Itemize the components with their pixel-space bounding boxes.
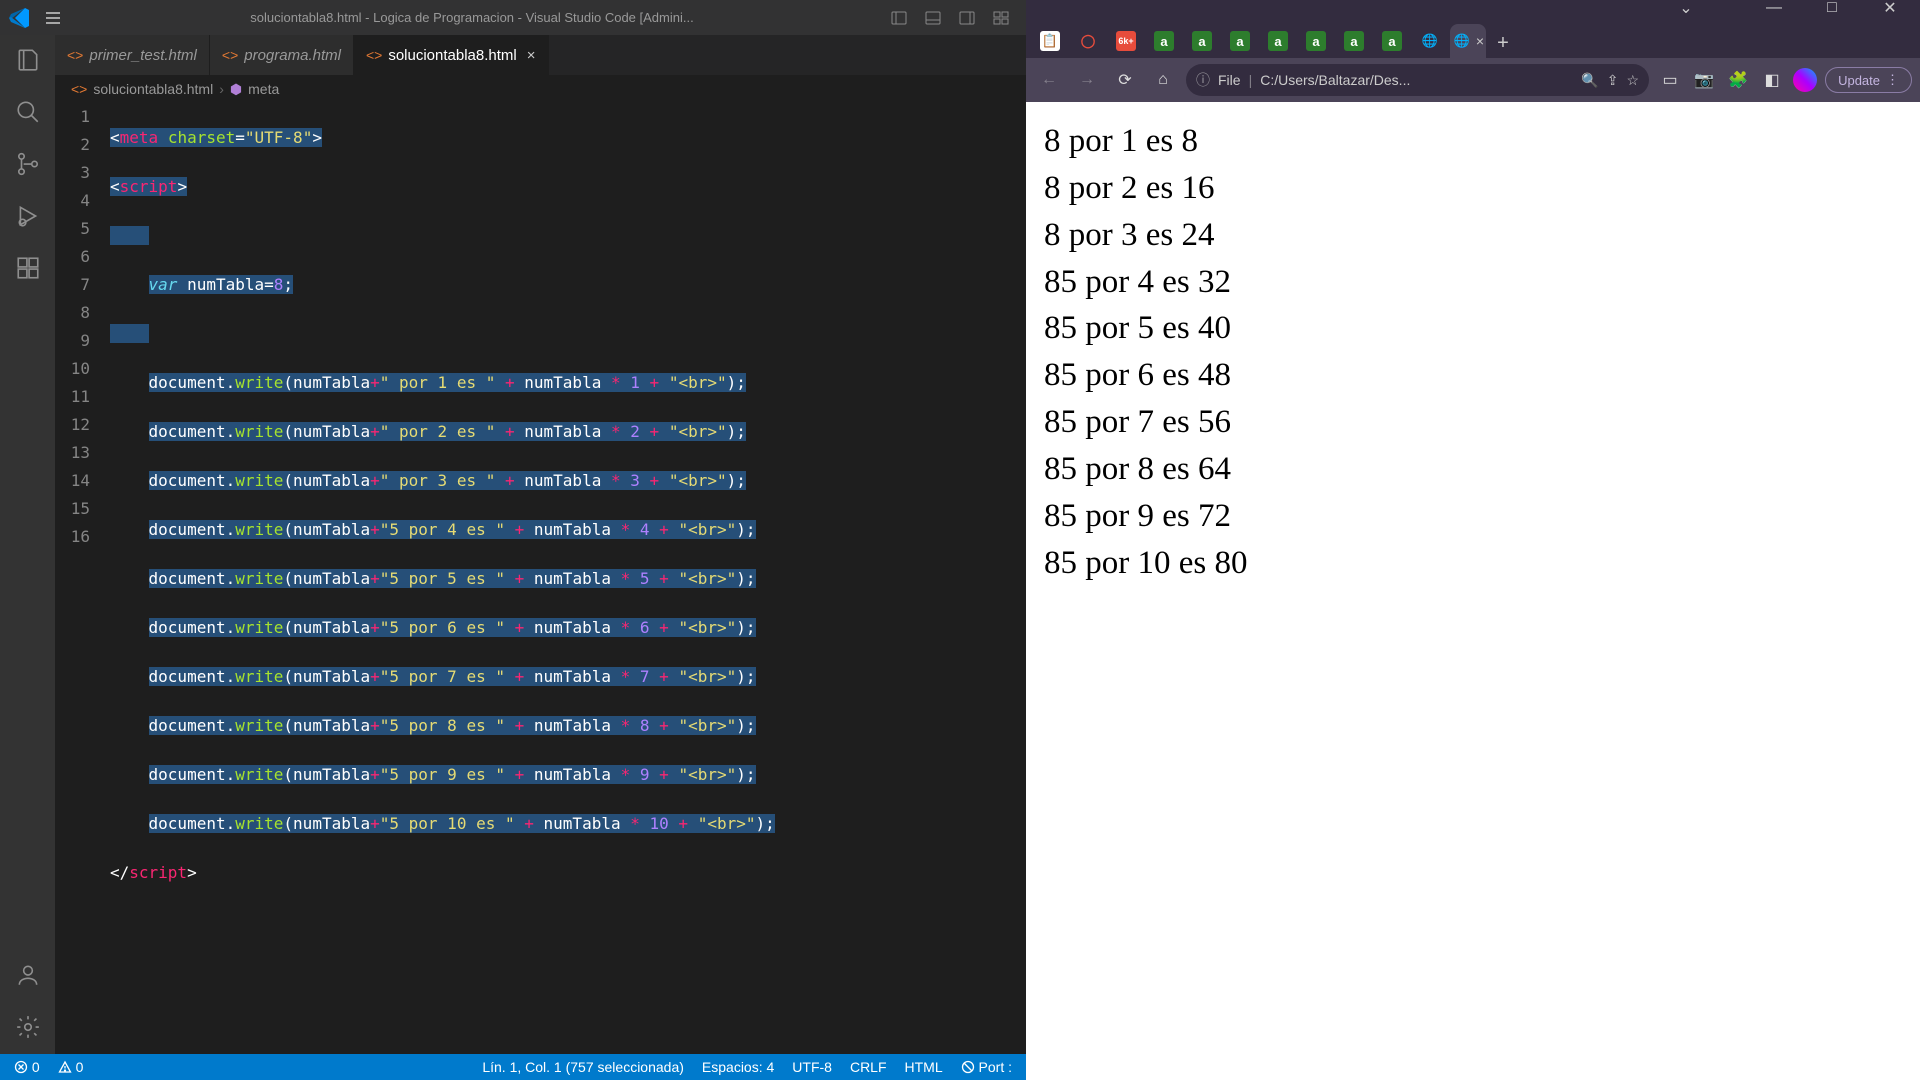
browser-tabs: 📋 ◯ 6k+ a a a a a a a 🌐 🌐× + xyxy=(1026,16,1920,58)
window-controls: ⌄ — □ ✕ xyxy=(1026,0,1920,16)
breadcrumb[interactable]: <> soluciontabla8.html › ⬢ meta xyxy=(55,75,1026,103)
chevron-down-icon[interactable]: ⌄ xyxy=(1676,0,1696,18)
layout-panel-right-icon[interactable] xyxy=(950,6,984,30)
browser-tab[interactable]: a xyxy=(1298,24,1334,58)
close-icon[interactable]: ✕ xyxy=(1880,0,1900,18)
status-bar: 0 0 Lín. 1, Col. 1 (757 seleccionada) Es… xyxy=(0,1054,1026,1080)
sidebar-icon[interactable]: ◧ xyxy=(1759,67,1785,93)
url-scheme: File xyxy=(1218,72,1241,88)
browser-tab-active[interactable]: 🌐× xyxy=(1450,24,1486,58)
output-line: 8 por 3 es 24 xyxy=(1044,212,1902,259)
profile-avatar[interactable] xyxy=(1793,68,1817,92)
output-line: 85 por 10 es 80 xyxy=(1044,540,1902,587)
source-control-icon[interactable] xyxy=(13,149,43,179)
maximize-icon[interactable]: □ xyxy=(1822,0,1842,17)
tab-primer-test[interactable]: <>primer_test.html xyxy=(55,35,210,75)
search-icon[interactable] xyxy=(13,97,43,127)
url-input[interactable]: ⓘ File | C:/Users/Baltazar/Des... 🔍 ⇪ ☆ xyxy=(1186,64,1649,96)
tab-programa[interactable]: <>programa.html xyxy=(210,35,354,75)
reload-icon[interactable]: ⟳ xyxy=(1110,65,1140,95)
page-content: 8 por 1 es 8 8 por 2 es 16 8 por 3 es 24… xyxy=(1026,102,1920,1080)
status-errors[interactable]: 0 xyxy=(8,1059,46,1075)
collection-icon[interactable]: ▭ xyxy=(1657,67,1683,93)
settings-gear-icon[interactable] xyxy=(13,1012,43,1042)
vscode-titlebar: soluciontabla8.html - Logica de Programa… xyxy=(0,0,1026,35)
vscode-logo-icon xyxy=(8,6,32,30)
info-icon[interactable]: ⓘ xyxy=(1196,70,1210,90)
activity-bar xyxy=(0,35,55,1054)
vscode-window: soluciontabla8.html - Logica de Programa… xyxy=(0,0,1026,1080)
output-line: 8 por 1 es 8 xyxy=(1044,118,1902,165)
status-cursor[interactable]: Lín. 1, Col. 1 (757 seleccionada) xyxy=(476,1059,690,1075)
browser-window: ⌄ — □ ✕ 📋 ◯ 6k+ a a a a a a a 🌐 🌐× + ← →… xyxy=(1026,0,1920,1080)
status-warnings[interactable]: 0 xyxy=(52,1059,90,1075)
symbol-icon: ⬢ xyxy=(230,81,242,98)
html-file-icon: <> xyxy=(67,47,83,63)
browser-tab[interactable]: ◯ xyxy=(1070,24,1106,58)
output-line: 85 por 7 es 56 xyxy=(1044,399,1902,446)
editor-area: <>primer_test.html <>programa.html <>sol… xyxy=(55,35,1026,1054)
output-line: 85 por 4 es 32 xyxy=(1044,259,1902,306)
browser-tab[interactable]: a xyxy=(1146,24,1182,58)
html-file-icon: <> xyxy=(366,47,382,63)
zoom-icon[interactable]: 🔍 xyxy=(1581,72,1598,89)
status-spaces[interactable]: Espacios: 4 xyxy=(696,1059,780,1075)
output-line: 85 por 8 es 64 xyxy=(1044,446,1902,493)
status-eol[interactable]: CRLF xyxy=(844,1059,893,1075)
layout-panel-left-icon[interactable] xyxy=(882,6,916,30)
camera-icon[interactable]: 📷 xyxy=(1691,67,1717,93)
minimize-icon[interactable]: — xyxy=(1764,0,1784,17)
status-language[interactable]: HTML xyxy=(899,1059,949,1075)
forward-icon[interactable]: → xyxy=(1072,65,1102,95)
home-icon[interactable]: ⌂ xyxy=(1148,65,1178,95)
run-debug-icon[interactable] xyxy=(13,201,43,231)
html-file-icon: <> xyxy=(71,81,87,97)
editor-tabs: <>primer_test.html <>programa.html <>sol… xyxy=(55,35,1026,75)
browser-tab[interactable]: a xyxy=(1336,24,1372,58)
line-numbers: 12345678910111213141516 xyxy=(55,103,110,1054)
browser-tab[interactable]: 📋 xyxy=(1032,24,1068,58)
account-icon[interactable] xyxy=(13,960,43,990)
tab-soluciontabla8[interactable]: <>soluciontabla8.html× xyxy=(354,35,549,75)
browser-tab[interactable]: a xyxy=(1374,24,1410,58)
code-lines[interactable]: <meta charset="UTF-8"> <script> var numT… xyxy=(110,103,1026,1054)
browser-tab[interactable]: 🌐 xyxy=(1412,24,1448,58)
output-line: 85 por 5 es 40 xyxy=(1044,305,1902,352)
url-text: C:/Users/Baltazar/Des... xyxy=(1260,72,1573,88)
back-icon[interactable]: ← xyxy=(1034,65,1064,95)
menu-icon[interactable] xyxy=(44,9,62,27)
share-icon[interactable]: ⇪ xyxy=(1607,72,1619,89)
new-tab-button[interactable]: + xyxy=(1488,28,1518,58)
window-title: soluciontabla8.html - Logica de Programa… xyxy=(74,10,870,25)
browser-tab[interactable]: 6k+ xyxy=(1108,24,1144,58)
output-line: 8 por 2 es 16 xyxy=(1044,165,1902,212)
output-line: 85 por 6 es 48 xyxy=(1044,352,1902,399)
extensions-icon[interactable] xyxy=(13,253,43,283)
close-icon[interactable]: × xyxy=(527,47,536,64)
more-icon: ⋮ xyxy=(1886,72,1899,88)
bookmark-icon[interactable]: ☆ xyxy=(1627,72,1640,89)
status-encoding[interactable]: UTF-8 xyxy=(786,1059,838,1075)
update-button[interactable]: Update⋮ xyxy=(1825,67,1912,93)
browser-tab[interactable]: a xyxy=(1184,24,1220,58)
code-editor[interactable]: 12345678910111213141516 <meta charset="U… xyxy=(55,103,1026,1054)
address-bar: ← → ⟳ ⌂ ⓘ File | C:/Users/Baltazar/Des..… xyxy=(1026,58,1920,102)
close-icon[interactable]: × xyxy=(1476,33,1484,49)
layout-panel-bottom-icon[interactable] xyxy=(916,6,950,30)
chevron-right-icon: › xyxy=(219,81,224,97)
browser-tab[interactable]: a xyxy=(1260,24,1296,58)
extensions-icon[interactable]: 🧩 xyxy=(1725,67,1751,93)
status-port[interactable]: Port : xyxy=(955,1059,1018,1075)
layout-customize-icon[interactable] xyxy=(984,6,1018,30)
html-file-icon: <> xyxy=(222,47,238,63)
layout-controls xyxy=(882,6,1018,30)
output-line: 85 por 9 es 72 xyxy=(1044,493,1902,540)
explorer-icon[interactable] xyxy=(13,45,43,75)
browser-tab[interactable]: a xyxy=(1222,24,1258,58)
